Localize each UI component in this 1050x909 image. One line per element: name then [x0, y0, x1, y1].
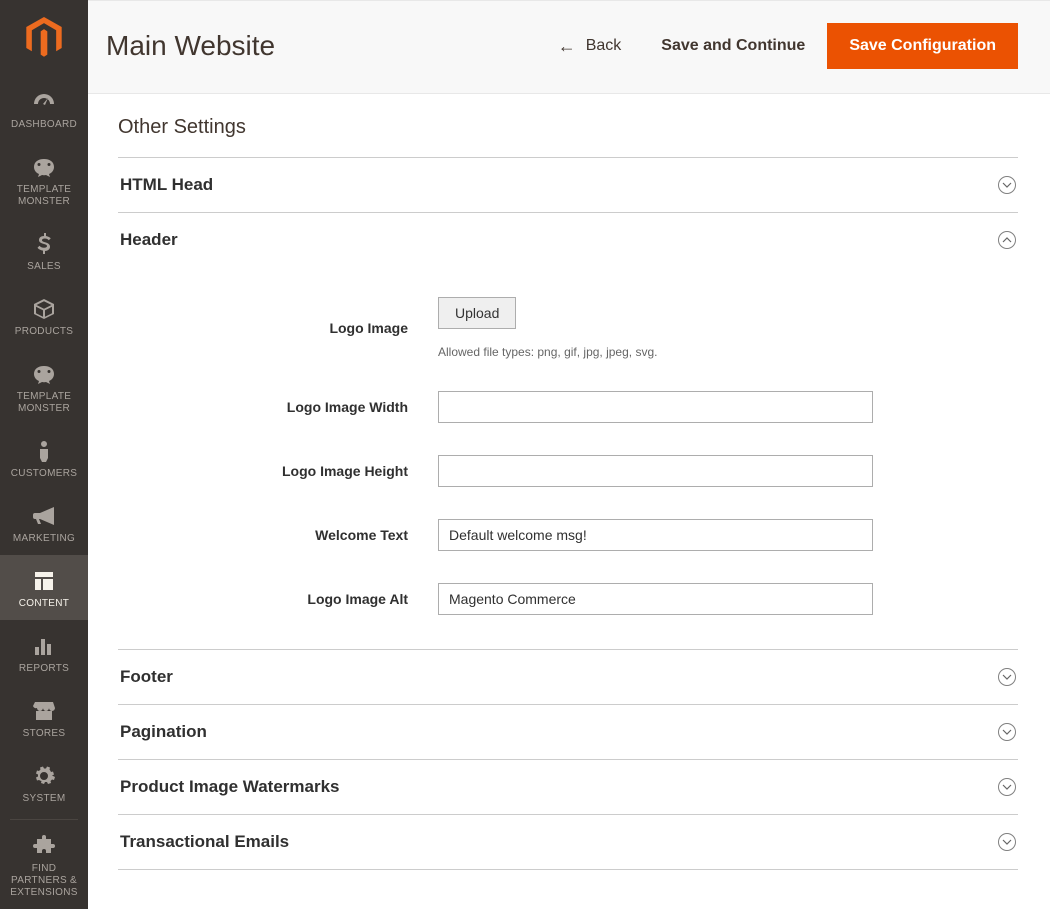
person-icon [36, 438, 52, 464]
arrow-left-icon: ← [558, 36, 576, 57]
chevron-down-icon [998, 668, 1016, 686]
section-transactional-emails[interactable]: Transactional Emails [118, 814, 1018, 870]
section-header[interactable]: Header [118, 212, 1018, 267]
chevron-down-icon [998, 723, 1016, 741]
nav-label: SALES [27, 261, 61, 273]
row-logo-height: Logo Image Height [118, 455, 1018, 487]
row-logo-width: Logo Image Width [118, 391, 1018, 423]
chevron-down-icon [998, 176, 1016, 194]
nav-label: FIND PARTNERS & EXTENSIONS [4, 863, 84, 899]
nav-marketing[interactable]: MARKETING [0, 490, 88, 555]
section-title: HTML Head [120, 175, 998, 195]
section-html-head[interactable]: HTML Head [118, 157, 1018, 212]
row-logo-alt: Logo Image Alt [118, 583, 1018, 615]
nav-products[interactable]: PRODUCTS [0, 283, 88, 348]
chevron-down-icon [998, 778, 1016, 796]
label-logo-image: Logo Image [118, 320, 438, 336]
content: Other Settings HTML Head Header Logo Ima… [88, 94, 1050, 890]
nav-label: SYSTEM [23, 793, 66, 805]
nav-label: CUSTOMERS [11, 468, 77, 480]
nav-label: DASHBOARD [11, 119, 77, 131]
monster-icon [31, 154, 57, 180]
section-title: Header [120, 230, 998, 250]
save-configuration-button[interactable]: Save Configuration [827, 23, 1018, 69]
label-logo-height: Logo Image Height [118, 463, 438, 479]
input-logo-width[interactable] [438, 391, 873, 423]
section-pagination[interactable]: Pagination [118, 704, 1018, 759]
section-title: Transactional Emails [120, 832, 998, 852]
section-title: Footer [120, 667, 998, 687]
monster-icon [31, 361, 57, 387]
gear-icon [33, 763, 55, 789]
nav-label: PRODUCTS [15, 326, 74, 338]
row-welcome-text: Welcome Text [118, 519, 1018, 551]
nav-label: TEMPLATE MONSTER [4, 391, 84, 415]
dollar-icon [36, 231, 52, 257]
page-header: Main Website ← Back Save and Continue Sa… [88, 0, 1050, 94]
nav-label: TEMPLATE MONSTER [4, 184, 84, 208]
admin-sidebar: DASHBOARD TEMPLATE MONSTER SALES PRODUCT… [0, 0, 88, 909]
input-logo-height[interactable] [438, 455, 873, 487]
nav-stores[interactable]: STORES [0, 685, 88, 750]
gauge-icon [32, 89, 56, 115]
row-logo-image: Logo Image Upload Allowed file types: pn… [118, 297, 1018, 359]
header-form: Logo Image Upload Allowed file types: pn… [118, 267, 1018, 649]
nav-label: REPORTS [19, 663, 69, 675]
megaphone-icon [32, 503, 56, 529]
nav-content[interactable]: CONTENT [0, 555, 88, 620]
bars-icon [33, 633, 55, 659]
label-logo-alt: Logo Image Alt [118, 591, 438, 607]
label-welcome-text: Welcome Text [118, 527, 438, 543]
nav-label: STORES [23, 728, 66, 740]
nav-system[interactable]: SYSTEM [0, 750, 88, 815]
upload-hint: Allowed file types: png, gif, jpg, jpeg,… [438, 345, 1018, 359]
store-icon [32, 698, 56, 724]
section-watermarks[interactable]: Product Image Watermarks [118, 759, 1018, 814]
main-area: Main Website ← Back Save and Continue Sa… [88, 0, 1050, 909]
nav-template-monster[interactable]: TEMPLATE MONSTER [0, 141, 88, 218]
nav-customers[interactable]: CUSTOMERS [0, 425, 88, 490]
save-continue-button[interactable]: Save and Continue [639, 37, 827, 55]
layout-icon [33, 568, 55, 594]
page-title: Main Website [106, 30, 540, 62]
puzzle-icon [33, 833, 55, 859]
section-footer[interactable]: Footer [118, 649, 1018, 704]
nav-template-monster-2[interactable]: TEMPLATE MONSTER [0, 348, 88, 425]
other-settings-heading: Other Settings [118, 116, 1018, 139]
nav-sales[interactable]: SALES [0, 218, 88, 283]
chevron-down-icon [998, 833, 1016, 851]
nav-label: CONTENT [19, 598, 69, 610]
input-logo-alt[interactable] [438, 583, 873, 615]
box-icon [32, 296, 56, 322]
nav-partners[interactable]: FIND PARTNERS & EXTENSIONS [0, 820, 88, 909]
section-title: Product Image Watermarks [120, 777, 998, 797]
input-welcome-text[interactable] [438, 519, 873, 551]
label-logo-width: Logo Image Width [118, 399, 438, 415]
nav-dashboard[interactable]: DASHBOARD [0, 76, 88, 141]
nav-reports[interactable]: REPORTS [0, 620, 88, 685]
nav-label: MARKETING [13, 533, 75, 545]
chevron-up-icon [998, 231, 1016, 249]
magento-logo[interactable] [0, 0, 88, 76]
back-label: Back [586, 37, 622, 55]
upload-button[interactable]: Upload [438, 297, 516, 329]
back-button[interactable]: ← Back [540, 36, 640, 57]
section-title: Pagination [120, 722, 998, 742]
